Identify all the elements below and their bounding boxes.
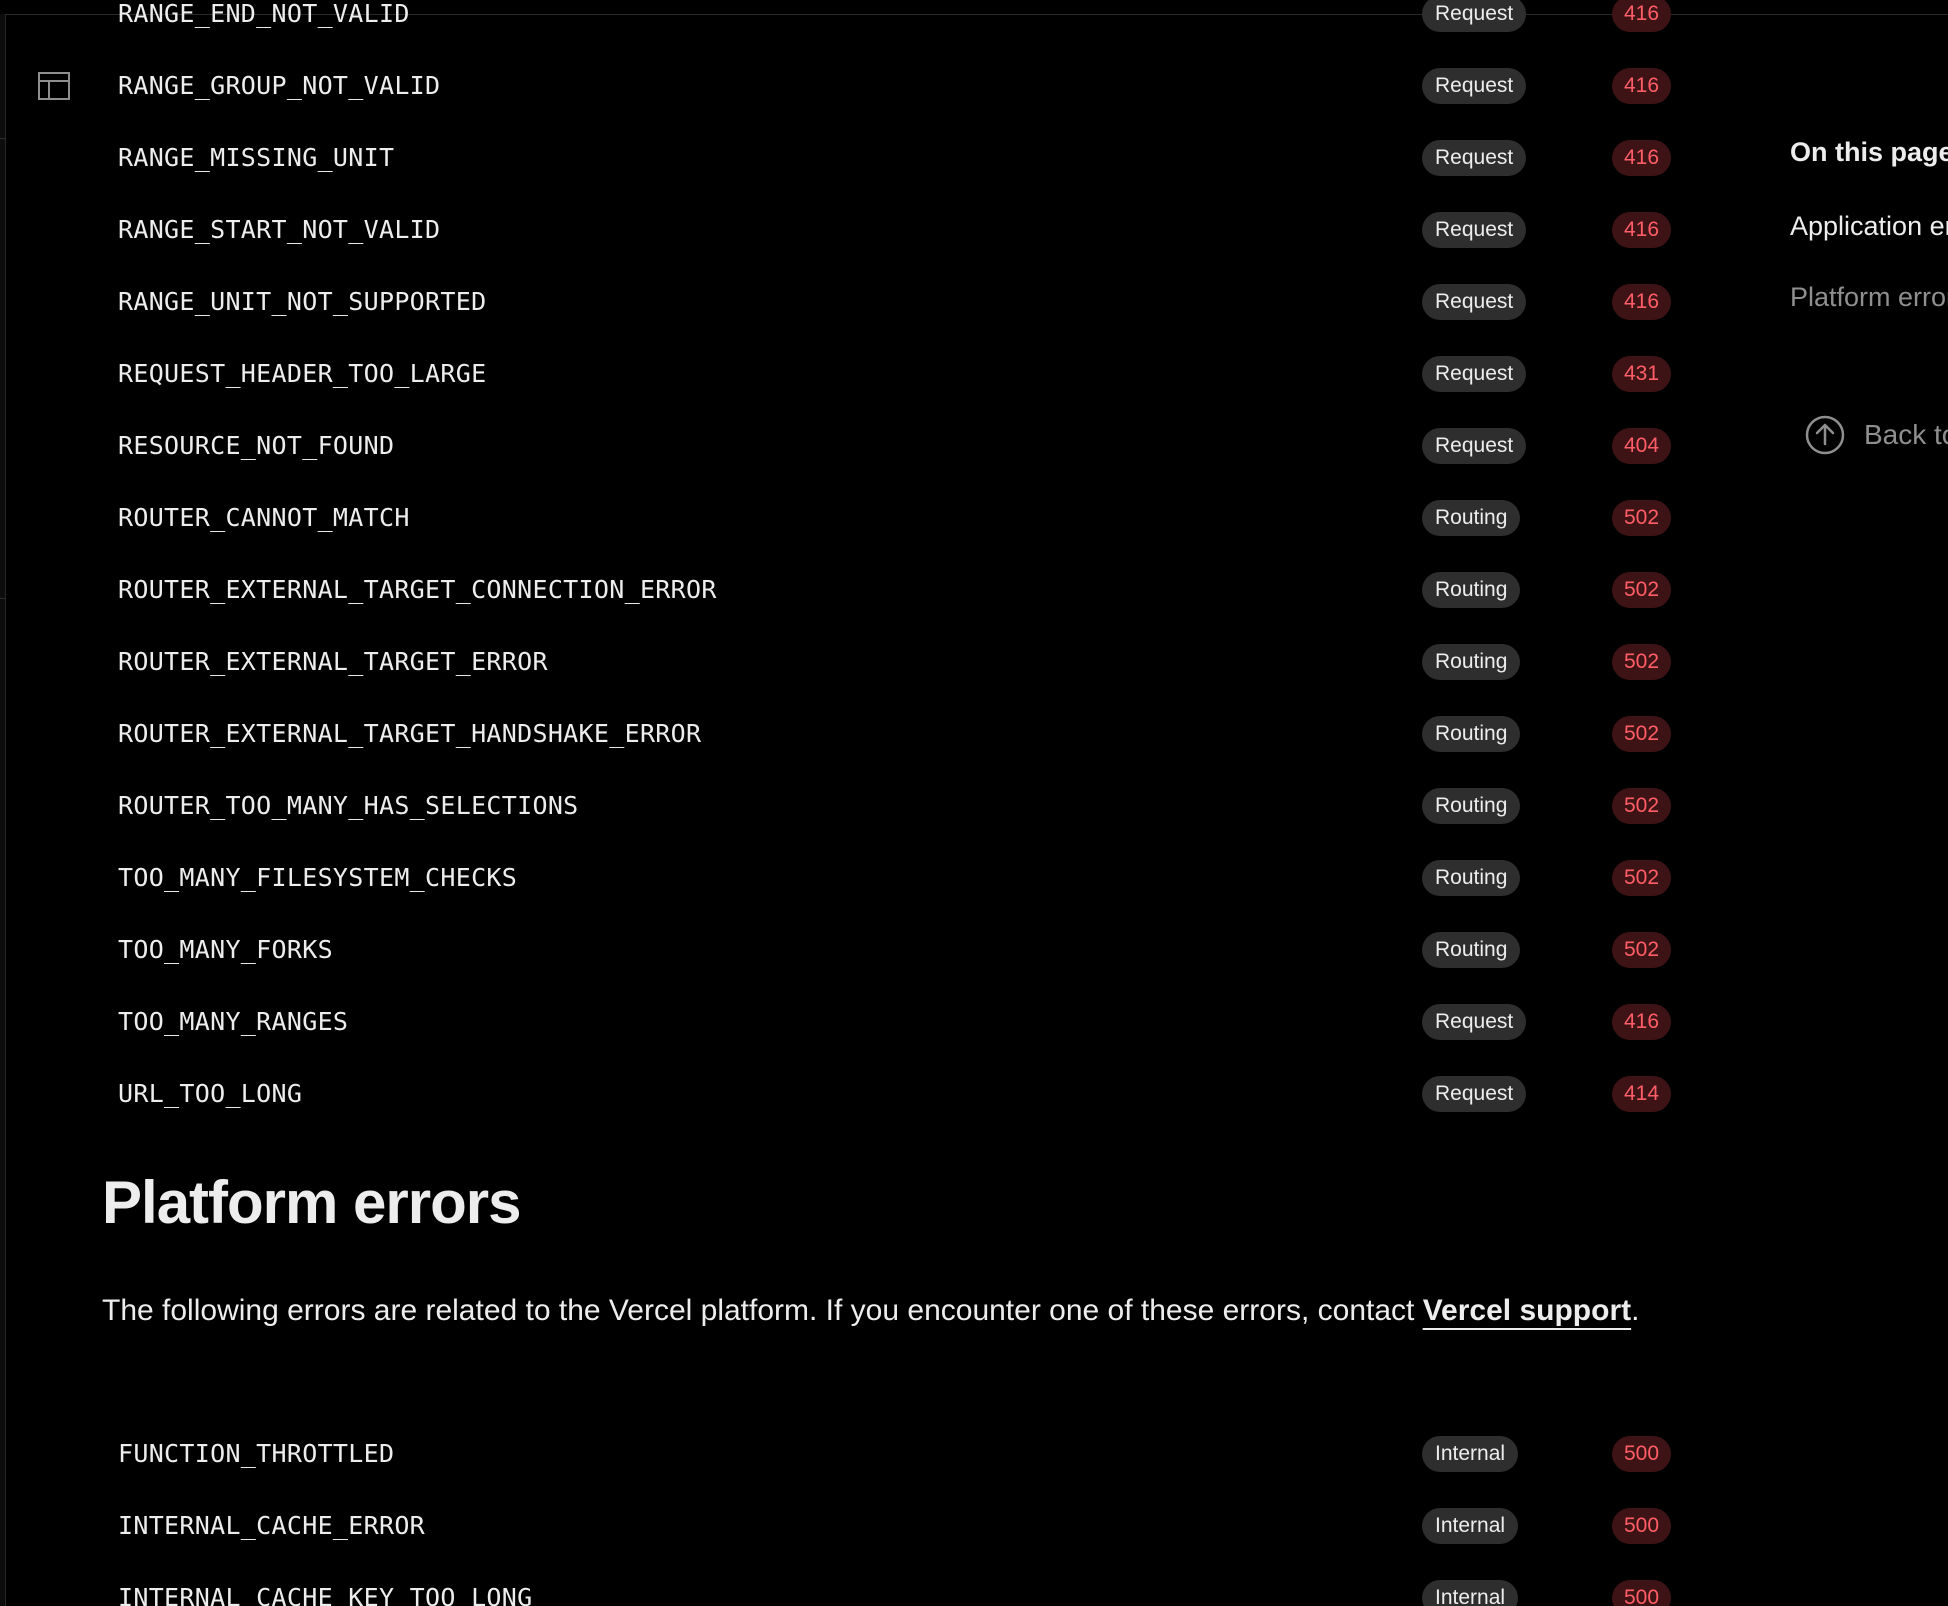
error-code: TOO_MANY_FILESYSTEM_CHECKS — [118, 863, 518, 892]
table-row: ROUTER_EXTERNAL_TARGET_ERROR Routing 502 — [102, 626, 1678, 698]
status-badge: 416 — [1612, 1004, 1672, 1040]
table-row: INTERNAL_CACHE_ERROR Internal 500 — [102, 1490, 1678, 1562]
error-code: REQUEST_HEADER_TOO_LARGE — [118, 359, 487, 388]
table-row: RANGE_UNIT_NOT_SUPPORTED Request 416 — [102, 266, 1678, 338]
category-badge: Request — [1422, 0, 1527, 32]
table-row: FUNCTION_THROTTLED Internal 500 — [102, 1418, 1678, 1490]
application-errors-table: RANGE_END_NOT_VALID Request 416 RANGE_GROUP… — [102, 0, 1678, 1130]
status-badge: 500 — [1612, 1436, 1672, 1472]
table-row: RANGE_START_NOT_VALID Request 416 — [102, 194, 1678, 266]
category-badge: Routing — [1422, 716, 1521, 752]
status-badge: 416 — [1612, 284, 1672, 320]
category-badge: Request — [1422, 284, 1527, 320]
table-row: TOO_MANY_RANGES Request 416 — [102, 986, 1678, 1058]
category-badge: Request — [1422, 140, 1527, 176]
status-badge: 502 — [1612, 572, 1672, 608]
category-badge: Request — [1422, 1076, 1527, 1112]
table-row: RANGE_MISSING_UNIT Request 416 — [102, 122, 1678, 194]
table-row: TOO_MANY_FILESYSTEM_CHECKS Routing 502 — [102, 842, 1678, 914]
error-code: INTERNAL_CACHE_KEY_TOO_LONG — [118, 1583, 533, 1606]
error-code: ROUTER_EXTERNAL_TARGET_ERROR — [118, 647, 548, 676]
category-badge: Internal — [1422, 1580, 1519, 1606]
error-code: TOO_MANY_FORKS — [118, 935, 333, 964]
category-badge: Request — [1422, 356, 1527, 392]
sidebar-toggle-button[interactable] — [36, 70, 72, 102]
error-code: ROUTER_TOO_MANY_HAS_SELECTIONS — [118, 791, 579, 820]
status-badge: 414 — [1612, 1076, 1672, 1112]
category-badge: Request — [1422, 68, 1527, 104]
status-badge: 404 — [1612, 428, 1672, 464]
status-badge: 416 — [1612, 0, 1672, 32]
category-badge: Routing — [1422, 572, 1521, 608]
error-code: RANGE_GROUP_NOT_VALID — [118, 71, 441, 100]
sidebar-layout-icon — [38, 72, 70, 100]
error-code: ROUTER_CANNOT_MATCH — [118, 503, 410, 532]
error-code: INTERNAL_CACHE_ERROR — [118, 1511, 426, 1540]
category-badge: Internal — [1422, 1436, 1519, 1472]
toc-item-application-errors[interactable]: Application errors — [1790, 211, 1948, 242]
status-badge: 502 — [1612, 788, 1672, 824]
toc-title: On this page — [1790, 137, 1948, 167]
category-badge: Internal — [1422, 1508, 1519, 1544]
category-badge: Request — [1422, 428, 1527, 464]
error-code: TOO_MANY_RANGES — [118, 1007, 349, 1036]
error-code: RANGE_MISSING_UNIT — [118, 143, 395, 172]
vercel-support-link[interactable]: Vercel support — [1423, 1294, 1631, 1327]
status-badge: 416 — [1612, 140, 1672, 176]
platform-errors-heading: Platform errors — [102, 1169, 521, 1236]
toc-item-platform-errors[interactable]: Platform errors — [1790, 282, 1948, 313]
status-badge: 431 — [1612, 356, 1672, 392]
status-badge: 502 — [1612, 500, 1672, 536]
error-code: RANGE_START_NOT_VALID — [118, 215, 441, 244]
error-code: URL_TOO_LONG — [118, 1079, 303, 1108]
table-row: ROUTER_TOO_MANY_HAS_SELECTIONS Routing 502 — [102, 770, 1678, 842]
table-row: ROUTER_EXTERNAL_TARGET_CONNECTION_ERROR R… — [102, 554, 1678, 626]
back-to-top-button[interactable]: Back to top — [1804, 414, 1948, 456]
status-badge: 502 — [1612, 860, 1672, 896]
on-this-page-nav: On this page Application errors Platform… — [1790, 0, 1948, 1606]
table-row: RESOURCE_NOT_FOUND Request 404 — [102, 410, 1678, 482]
category-badge: Request — [1422, 1004, 1527, 1040]
arrow-up-circle-icon — [1805, 415, 1845, 455]
category-badge: Routing — [1422, 500, 1521, 536]
status-badge: 416 — [1612, 212, 1672, 248]
status-badge: 416 — [1612, 68, 1672, 104]
rail-divider — [0, 138, 6, 139]
back-to-top-label: Back to top — [1864, 419, 1948, 450]
status-badge: 500 — [1612, 1508, 1672, 1544]
intro-end: . — [1631, 1294, 1640, 1327]
category-badge: Routing — [1422, 644, 1521, 680]
error-code: ROUTER_EXTERNAL_TARGET_HANDSHAKE_ERROR — [118, 719, 702, 748]
error-code: FUNCTION_THROTTLED — [118, 1439, 395, 1468]
error-code: RESOURCE_NOT_FOUND — [118, 431, 395, 460]
table-row: REQUEST_HEADER_TOO_LARGE Request 431 — [102, 338, 1678, 410]
table-row: RANGE_GROUP_NOT_VALID Request 416 — [102, 50, 1678, 122]
table-row: ROUTER_EXTERNAL_TARGET_HANDSHAKE_ERROR Ro… — [102, 698, 1678, 770]
left-rail — [0, 14, 6, 1606]
category-badge: Request — [1422, 212, 1527, 248]
intro-text: The following errors are related to the … — [102, 1294, 1423, 1327]
status-badge: 502 — [1612, 932, 1672, 968]
platform-errors-table: FUNCTION_THROTTLED Internal 500 INTERNAL_CA… — [102, 1418, 1678, 1606]
table-row: ROUTER_CANNOT_MATCH Routing 502 — [102, 482, 1678, 554]
status-badge: 502 — [1612, 644, 1672, 680]
table-row: RANGE_END_NOT_VALID Request 416 — [102, 0, 1678, 50]
table-row: TOO_MANY_FORKS Routing 502 — [102, 914, 1678, 986]
rail-divider — [0, 598, 6, 599]
category-badge: Routing — [1422, 932, 1521, 968]
category-badge: Routing — [1422, 860, 1521, 896]
status-badge: 502 — [1612, 716, 1672, 752]
status-badge: 500 — [1612, 1580, 1672, 1606]
error-code: RANGE_END_NOT_VALID — [118, 0, 410, 28]
category-badge: Routing — [1422, 788, 1521, 824]
table-row: INTERNAL_CACHE_KEY_TOO_LONG Internal 500 — [102, 1562, 1678, 1606]
error-code: ROUTER_EXTERNAL_TARGET_CONNECTION_ERROR — [118, 575, 717, 604]
table-row: URL_TOO_LONG Request 414 — [102, 1058, 1678, 1130]
platform-errors-intro: The following errors are related to the … — [102, 1286, 1662, 1336]
error-code: RANGE_UNIT_NOT_SUPPORTED — [118, 287, 487, 316]
